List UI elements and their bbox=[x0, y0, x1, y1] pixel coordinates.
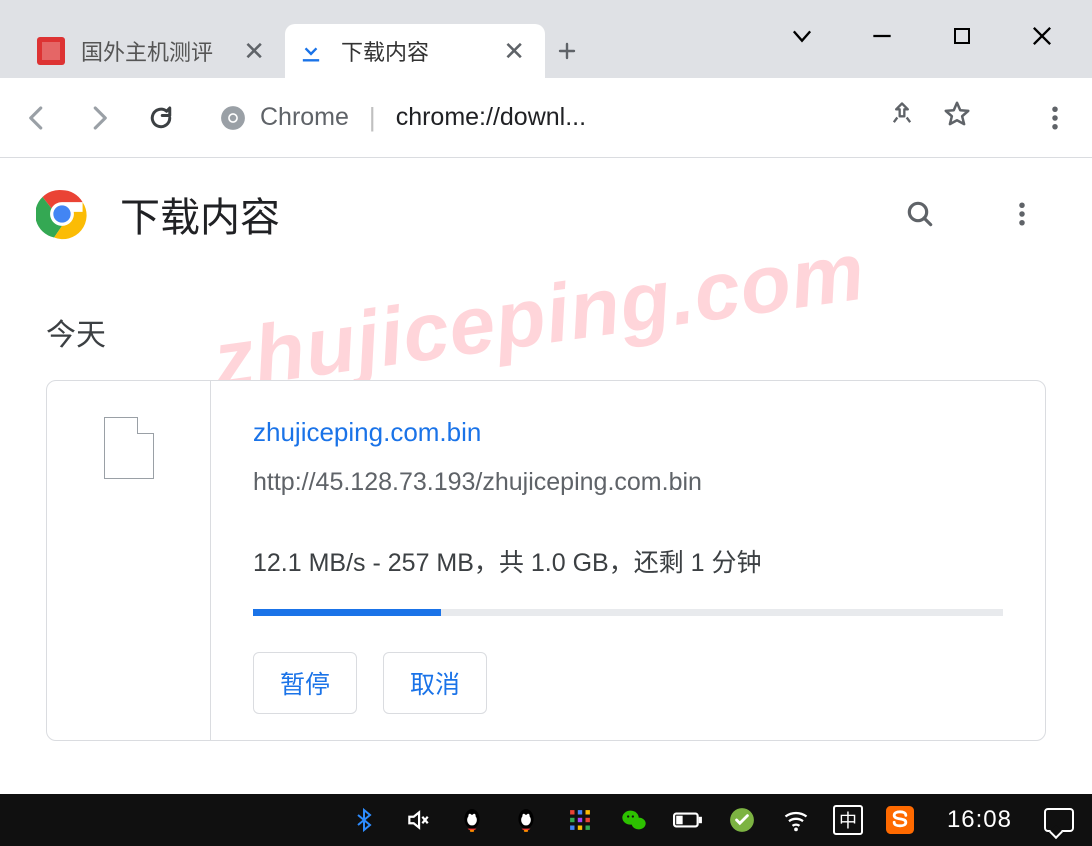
tab-title: 下载内容 bbox=[341, 35, 491, 67]
tab-title: 国外主机测评 bbox=[81, 35, 231, 67]
download-filename[interactable]: zhujiceping.com.bin bbox=[253, 417, 1003, 448]
omnibox-label: Chrome bbox=[260, 103, 349, 132]
download-status: 12.1 MB/s - 257 MB，共 1.0 GB，还剩 1 分钟 bbox=[253, 543, 1003, 579]
page-title: 下载内容 bbox=[120, 185, 866, 243]
volume-mute-icon[interactable] bbox=[401, 803, 435, 837]
chrome-logo-icon bbox=[36, 188, 88, 240]
qq-icon-2[interactable] bbox=[509, 803, 543, 837]
file-icon bbox=[104, 417, 154, 479]
forward-button[interactable] bbox=[82, 101, 116, 135]
download-url: http://45.128.73.193/zhujiceping.com.bin bbox=[253, 468, 1003, 497]
bluetooth-icon[interactable] bbox=[347, 803, 381, 837]
progress-fill bbox=[253, 609, 441, 616]
check-circle-icon[interactable] bbox=[725, 803, 759, 837]
ime-indicator[interactable]: 中 bbox=[833, 805, 863, 835]
taskbar-clock[interactable]: 16:08 bbox=[947, 806, 1012, 834]
tab-inactive[interactable]: 国外主机测评 ✕ bbox=[25, 24, 285, 78]
sogou-icon[interactable] bbox=[883, 803, 917, 837]
browser-toolbar: Chrome | chrome://downl... bbox=[0, 78, 1092, 158]
star-icon[interactable] bbox=[942, 99, 972, 136]
minimize-button[interactable] bbox=[868, 22, 896, 50]
download-info: zhujiceping.com.bin http://45.128.73.193… bbox=[211, 381, 1045, 740]
pause-button[interactable]: 暂停 bbox=[253, 652, 357, 714]
ime-label: 中 bbox=[839, 807, 857, 833]
section-today-label: 今天 bbox=[46, 310, 1046, 354]
download-icon bbox=[297, 37, 325, 65]
browser-menu-button[interactable] bbox=[1038, 101, 1072, 135]
grid-icon[interactable] bbox=[563, 803, 597, 837]
qq-icon[interactable] bbox=[455, 803, 489, 837]
file-icon-column bbox=[47, 381, 211, 740]
wechat-icon[interactable] bbox=[617, 803, 651, 837]
separator: | bbox=[369, 102, 376, 133]
wifi-icon[interactable] bbox=[779, 803, 813, 837]
search-button[interactable] bbox=[898, 192, 942, 236]
cancel-button[interactable]: 取消 bbox=[383, 652, 487, 714]
action-center-icon[interactable] bbox=[1042, 803, 1076, 837]
system-taskbar: 中 16:08 bbox=[0, 794, 1092, 846]
maximize-button[interactable] bbox=[948, 22, 976, 50]
close-icon[interactable]: ✕ bbox=[503, 36, 525, 67]
new-tab-button[interactable] bbox=[545, 24, 589, 78]
chevron-down-icon[interactable] bbox=[788, 22, 816, 50]
back-button[interactable] bbox=[20, 101, 54, 135]
browser-tabstrip: 国外主机测评 ✕ 下载内容 ✕ bbox=[0, 0, 1092, 78]
omnibox-url: chrome://downl... bbox=[396, 103, 874, 132]
close-icon[interactable]: ✕ bbox=[243, 36, 265, 67]
reload-button[interactable] bbox=[144, 101, 178, 135]
share-icon[interactable] bbox=[888, 100, 916, 135]
downloads-content: 今天 zhujiceping.com.bin http://45.128.73.… bbox=[0, 270, 1092, 741]
download-card: zhujiceping.com.bin http://45.128.73.193… bbox=[46, 380, 1046, 741]
progress-bar bbox=[253, 609, 1003, 616]
window-controls bbox=[788, 0, 1092, 50]
battery-icon[interactable] bbox=[671, 803, 705, 837]
window-close-button[interactable] bbox=[1028, 22, 1056, 50]
page-menu-button[interactable] bbox=[1000, 192, 1044, 236]
favicon-icon bbox=[37, 37, 65, 65]
chrome-icon bbox=[220, 105, 246, 131]
tab-active[interactable]: 下载内容 ✕ bbox=[285, 24, 545, 78]
downloads-header: 下载内容 bbox=[0, 158, 1092, 270]
address-bar[interactable]: Chrome | chrome://downl... bbox=[206, 91, 994, 145]
